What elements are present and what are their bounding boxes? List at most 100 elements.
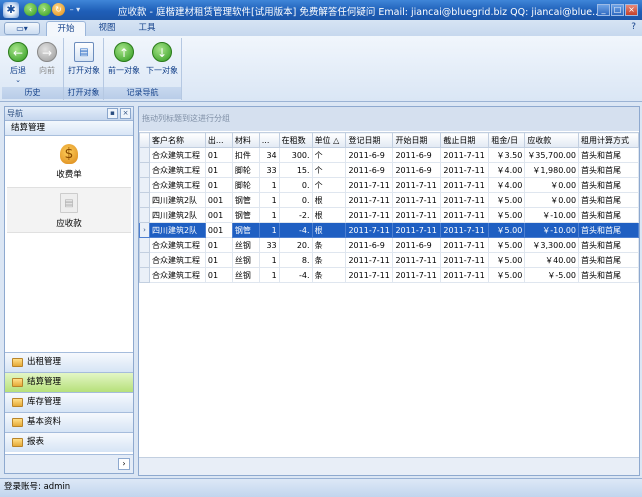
table-cell[interactable]: 首头和首尾 bbox=[578, 267, 639, 283]
table-cell[interactable]: 根 bbox=[311, 222, 347, 238]
row-indicator[interactable] bbox=[139, 177, 150, 193]
table-cell[interactable]: 2011-7-11 bbox=[392, 252, 442, 268]
table-cell[interactable]: 1 bbox=[258, 207, 280, 223]
table-cell[interactable]: -4. bbox=[278, 222, 313, 238]
table-cell[interactable]: ￥1,980.00 bbox=[524, 162, 580, 178]
table-cell[interactable]: 条 bbox=[311, 237, 347, 253]
nav-bar-inventory[interactable]: 库存管理 bbox=[5, 392, 133, 412]
column-header[interactable]: 在租数 bbox=[278, 132, 313, 148]
table-cell[interactable]: ￥-5.00 bbox=[524, 267, 580, 283]
table-cell[interactable]: ￥3.50 bbox=[488, 147, 526, 163]
open-object-button[interactable]: ▤ 打开对象 bbox=[66, 40, 102, 84]
table-cell[interactable]: ￥0.00 bbox=[524, 192, 580, 208]
table-cell[interactable]: 001 bbox=[204, 192, 233, 208]
table-cell[interactable]: 2011-7-11 bbox=[440, 162, 490, 178]
table-cell[interactable]: 首头和首尾 bbox=[578, 162, 639, 178]
table-cell[interactable]: 1 bbox=[258, 222, 280, 238]
column-header[interactable]: ... bbox=[258, 132, 280, 148]
table-row[interactable]: 四川建筑2队 001 钢管 1 0. 根 2011-7-11 2011-7-11 2011-7-… bbox=[139, 192, 639, 208]
table-cell[interactable]: ￥5.00 bbox=[488, 222, 526, 238]
table-row[interactable]: 合众建筑工程 01 丝钢 33 20. 条 2011-6-9 2011-6-9 2011-7-1… bbox=[139, 237, 639, 253]
table-cell[interactable]: 合众建筑工程 bbox=[148, 252, 206, 268]
table-cell[interactable]: 个 bbox=[311, 147, 347, 163]
previous-object-button[interactable]: ↑ 前一对象 bbox=[106, 40, 142, 84]
nav-pin-icon[interactable]: ▪ bbox=[107, 108, 118, 119]
column-header[interactable]: 租金/日 bbox=[488, 132, 526, 148]
table-row[interactable]: 四川建筑2队 001 钢管 1 -2. 根 2011-7-11 2011-7-11 2011-7… bbox=[139, 207, 639, 223]
table-row[interactable]: 合众建筑工程 01 丝钢 1 8. 条 2011-7-11 2011-7-11 2011-7-1… bbox=[139, 252, 639, 268]
table-cell[interactable]: 2011-6-9 bbox=[345, 237, 394, 253]
column-header[interactable]: 租用计算方式 bbox=[578, 132, 639, 148]
table-cell[interactable]: ￥0.00 bbox=[524, 177, 580, 193]
nav-group-title[interactable]: 结算管理 bbox=[5, 121, 133, 136]
table-cell[interactable]: ￥-10.00 bbox=[524, 207, 580, 223]
table-cell[interactable]: 20. bbox=[278, 237, 313, 253]
table-cell[interactable]: 2011-7-11 bbox=[392, 192, 442, 208]
table-cell[interactable]: 合众建筑工程 bbox=[148, 147, 206, 163]
nav-bar-settlement[interactable]: 结算管理 bbox=[5, 372, 133, 392]
table-cell[interactable]: 2011-7-11 bbox=[440, 177, 490, 193]
table-cell[interactable]: 01 bbox=[204, 252, 233, 268]
table-cell[interactable]: 钢管 bbox=[231, 222, 260, 238]
table-cell[interactable]: 2011-7-11 bbox=[440, 237, 490, 253]
table-cell[interactable]: 0. bbox=[278, 177, 313, 193]
nav-bar-basic-data[interactable]: 基本资料 bbox=[5, 412, 133, 432]
table-cell[interactable]: 2011-7-11 bbox=[392, 222, 442, 238]
table-cell[interactable]: 合众建筑工程 bbox=[148, 237, 206, 253]
table-cell[interactable]: 2011-7-11 bbox=[345, 252, 394, 268]
table-cell[interactable]: 2011-7-11 bbox=[440, 267, 490, 283]
table-cell[interactable]: 1 bbox=[258, 267, 280, 283]
table-cell[interactable]: 2011-6-9 bbox=[345, 162, 394, 178]
column-header[interactable]: 截止日期 bbox=[440, 132, 490, 148]
column-header[interactable]: 开始日期 bbox=[392, 132, 442, 148]
table-cell[interactable]: ￥5.00 bbox=[488, 207, 526, 223]
table-cell[interactable]: 个 bbox=[311, 162, 347, 178]
tab-start[interactable]: 开始 bbox=[46, 21, 86, 36]
table-cell[interactable]: 8. bbox=[278, 252, 313, 268]
table-cell[interactable]: 首头和首尾 bbox=[578, 252, 639, 268]
row-indicator[interactable] bbox=[139, 252, 150, 268]
table-cell[interactable]: -4. bbox=[278, 267, 313, 283]
table-cell[interactable]: ￥4.00 bbox=[488, 177, 526, 193]
nav-bar-reports[interactable]: 报表 bbox=[5, 432, 133, 452]
table-cell[interactable]: 001 bbox=[204, 207, 233, 223]
nav-item-fee-bill[interactable]: $ 收费单 bbox=[7, 139, 131, 185]
table-cell[interactable]: 2011-7-11 bbox=[440, 147, 490, 163]
table-cell[interactable]: 合众建筑工程 bbox=[148, 177, 206, 193]
row-indicator[interactable]: › bbox=[139, 222, 150, 238]
group-by-area[interactable]: 拖动列标题到这进行分组 bbox=[139, 107, 639, 131]
table-cell[interactable]: 四川建筑2队 bbox=[148, 222, 206, 238]
nav-expand-icon[interactable]: › bbox=[118, 458, 130, 470]
table-cell[interactable]: 2011-7-11 bbox=[392, 177, 442, 193]
table-cell[interactable]: ￥4.00 bbox=[488, 162, 526, 178]
table-row[interactable]: 合众建筑工程 01 脚轮 33 15. 个 2011-6-9 2011-6-9 2011-7-1… bbox=[139, 162, 639, 178]
row-indicator[interactable] bbox=[139, 162, 150, 178]
table-cell[interactable]: 2011-7-11 bbox=[392, 267, 442, 283]
close-button[interactable]: × bbox=[625, 4, 638, 16]
column-header[interactable]: 登记日期 bbox=[345, 132, 394, 148]
column-header[interactable]: 材料 bbox=[231, 132, 260, 148]
help-icon[interactable]: ? bbox=[631, 22, 636, 32]
table-cell[interactable]: 1 bbox=[258, 177, 280, 193]
table-cell[interactable]: 2011-7-11 bbox=[345, 267, 394, 283]
table-cell[interactable]: 34 bbox=[258, 147, 280, 163]
table-cell[interactable]: 2011-7-11 bbox=[440, 222, 490, 238]
table-cell[interactable]: 丝钢 bbox=[231, 252, 260, 268]
table-cell[interactable]: 1 bbox=[258, 192, 280, 208]
table-cell[interactable]: 首头和首尾 bbox=[578, 222, 639, 238]
table-cell[interactable]: ￥5.00 bbox=[488, 267, 526, 283]
table-cell[interactable]: 钢管 bbox=[231, 192, 260, 208]
table-cell[interactable]: 钢管 bbox=[231, 207, 260, 223]
table-row[interactable]: 合众建筑工程 01 脚轮 1 0. 个 2011-7-11 2011-7-11 2011-7-1… bbox=[139, 177, 639, 193]
horizontal-scrollbar[interactable] bbox=[139, 457, 639, 475]
table-cell[interactable]: 2011-7-11 bbox=[345, 222, 394, 238]
table-cell[interactable]: 2011-7-11 bbox=[440, 252, 490, 268]
table-cell[interactable]: ￥-10.00 bbox=[524, 222, 580, 238]
table-cell[interactable]: 首头和首尾 bbox=[578, 147, 639, 163]
table-cell[interactable]: 个 bbox=[311, 177, 347, 193]
table-cell[interactable]: 丝钢 bbox=[231, 267, 260, 283]
row-indicator[interactable] bbox=[139, 192, 150, 208]
table-cell[interactable]: 2011-6-9 bbox=[392, 147, 442, 163]
nav-close-icon[interactable]: × bbox=[120, 108, 131, 119]
table-cell[interactable]: 01 bbox=[204, 147, 233, 163]
